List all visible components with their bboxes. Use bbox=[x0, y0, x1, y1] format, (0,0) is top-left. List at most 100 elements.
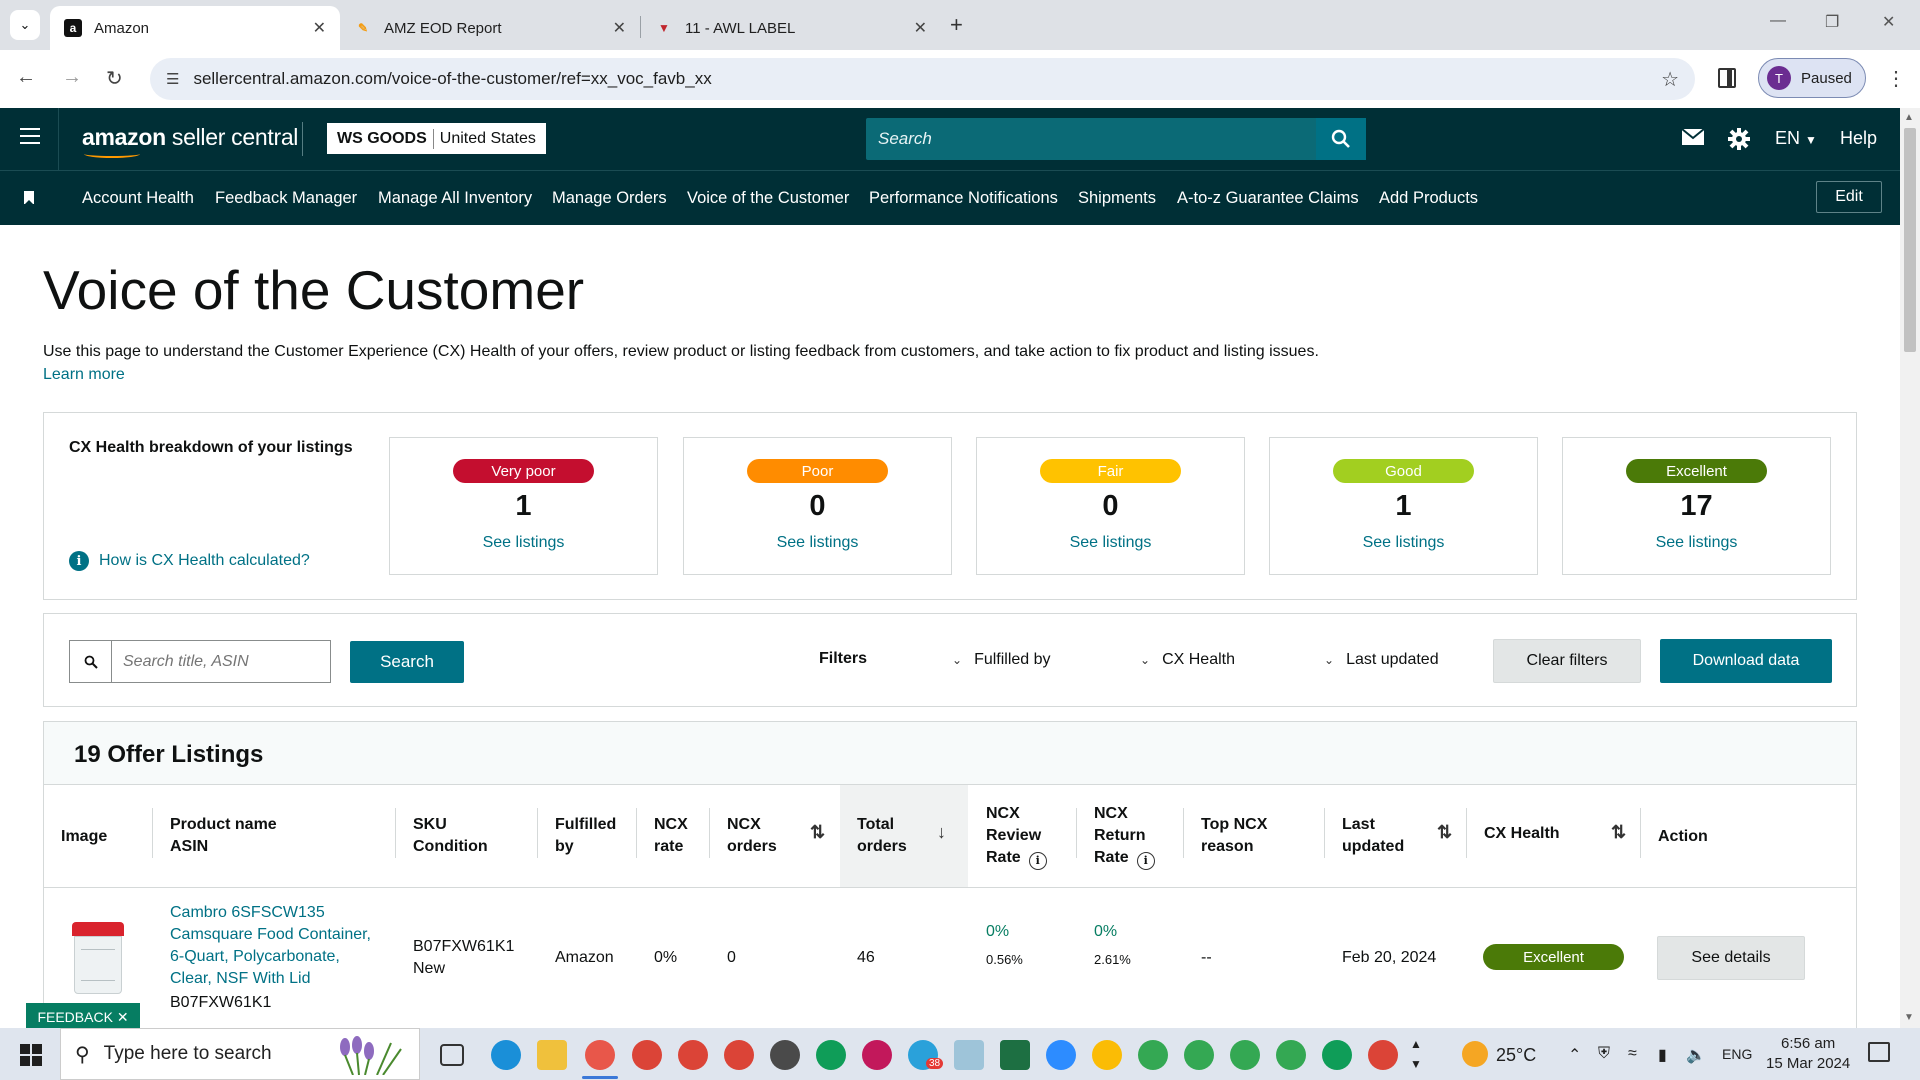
chrome-profile-icon[interactable] bbox=[1230, 1040, 1260, 1070]
close-tab-icon[interactable]: ✕ bbox=[613, 18, 626, 38]
battery-icon[interactable]: ▮ bbox=[1658, 1045, 1667, 1065]
excel-icon[interactable] bbox=[1000, 1040, 1030, 1070]
site-settings-icon[interactable]: ☰ bbox=[166, 70, 179, 88]
cx-health-dropdown[interactable]: ⌄ CX Health bbox=[1140, 651, 1235, 669]
info-icon[interactable]: i bbox=[1028, 852, 1047, 870]
bookmark-icon[interactable] bbox=[24, 191, 34, 205]
security-icon[interactable]: ⛨ bbox=[1598, 1045, 1610, 1063]
learn-more-link[interactable]: Learn more bbox=[43, 366, 125, 384]
reload-icon[interactable]: ↻ bbox=[106, 66, 123, 91]
chrome-profile-icon[interactable] bbox=[770, 1040, 800, 1070]
nav-manage-orders[interactable]: Manage Orders bbox=[552, 189, 667, 208]
download-data-button[interactable]: Download data bbox=[1660, 639, 1832, 683]
app-icon[interactable] bbox=[585, 1040, 615, 1070]
feedback-tab[interactable]: FEEDBACK ✕ bbox=[26, 1003, 140, 1031]
nav-add-products[interactable]: Add Products bbox=[1379, 189, 1478, 208]
side-panel-icon[interactable] bbox=[1718, 68, 1736, 88]
seller-central-logo[interactable]: amazon seller central bbox=[82, 124, 298, 158]
col-last-updated[interactable]: Last updated bbox=[1342, 814, 1404, 858]
back-arrow-icon[interactable]: ← bbox=[16, 66, 36, 89]
taskbar-search-input[interactable]: ⚲ Type here to search bbox=[60, 1028, 420, 1080]
taskbar-scroll-arrows-icon[interactable]: ▲ ▼ bbox=[1410, 1034, 1422, 1074]
scroll-down-icon[interactable]: ▼ bbox=[1904, 1012, 1914, 1023]
sort-down-arrow-icon[interactable]: ↓ bbox=[937, 822, 946, 843]
col-top-ncx-reason[interactable]: Top NCX reason bbox=[1201, 814, 1267, 858]
chrome-profile-icon[interactable] bbox=[632, 1040, 662, 1070]
volume-icon[interactable]: 🔈 bbox=[1686, 1045, 1706, 1065]
nav-performance-notifications[interactable]: Performance Notifications bbox=[869, 189, 1058, 208]
chrome-profile-icon[interactable] bbox=[1184, 1040, 1214, 1070]
scroll-up-icon[interactable]: ▲ bbox=[1904, 112, 1914, 123]
see-listings-link[interactable]: See listings bbox=[1563, 534, 1830, 552]
restore-icon[interactable]: ❐ bbox=[1825, 12, 1839, 32]
forward-arrow-icon[interactable]: → bbox=[62, 66, 82, 89]
new-tab-icon[interactable]: + bbox=[950, 12, 963, 38]
scrollbar-thumb[interactable] bbox=[1904, 128, 1916, 352]
store-selector[interactable]: WS GOODS United States bbox=[327, 123, 546, 154]
close-window-icon[interactable]: ✕ bbox=[1882, 12, 1895, 32]
url-field[interactable]: ☰ sellercentral.amazon.com/voice-of-the-… bbox=[150, 58, 1695, 100]
col-product-name[interactable]: Product name ASIN bbox=[170, 814, 277, 858]
close-tab-icon[interactable]: ✕ bbox=[914, 18, 927, 38]
nav-a-to-z-claims[interactable]: A-to-z Guarantee Claims bbox=[1177, 189, 1359, 208]
see-listings-link[interactable]: See listings bbox=[684, 534, 951, 552]
chrome-profile-icon[interactable] bbox=[724, 1040, 754, 1070]
clear-filters-button[interactable]: Clear filters bbox=[1493, 639, 1641, 683]
nav-shipments[interactable]: Shipments bbox=[1078, 189, 1156, 208]
zoom-icon[interactable] bbox=[1046, 1040, 1076, 1070]
bookmark-star-icon[interactable]: ☆ bbox=[1661, 67, 1679, 92]
see-listings-link[interactable]: See listings bbox=[977, 534, 1244, 552]
search-button[interactable]: Search bbox=[350, 641, 464, 683]
notes-icon[interactable] bbox=[954, 1040, 984, 1070]
fulfilled-by-dropdown[interactable]: ⌄ Fulfilled by bbox=[952, 651, 1051, 669]
weather-icon[interactable] bbox=[1462, 1041, 1488, 1067]
show-hidden-icons-icon[interactable]: ⌃ bbox=[1568, 1045, 1581, 1065]
last-updated-dropdown[interactable]: ⌄ Last updated bbox=[1324, 651, 1439, 669]
input-language[interactable]: ENG bbox=[1722, 1046, 1752, 1062]
task-view-icon[interactable] bbox=[440, 1044, 464, 1066]
col-ncx-rate[interactable]: NCX rate bbox=[654, 814, 688, 858]
product-name-link[interactable]: Cambro 6SFSCW135 Camsquare Food Containe… bbox=[170, 902, 385, 990]
chrome-profile-icon[interactable] bbox=[678, 1040, 708, 1070]
close-icon[interactable]: ✕ bbox=[117, 1009, 129, 1026]
wifi-icon[interactable]: ≈ bbox=[1628, 1045, 1637, 1063]
nav-manage-all-inventory[interactable]: Manage All Inventory bbox=[378, 189, 532, 208]
cx-health-help-link[interactable]: i How is CX Health calculated? bbox=[69, 551, 310, 571]
tab-search-chevron-icon[interactable]: ⌄ bbox=[10, 10, 40, 40]
chrome-profile-icon[interactable] bbox=[1276, 1040, 1306, 1070]
edit-nav-button[interactable]: Edit bbox=[1816, 181, 1882, 213]
gear-icon[interactable] bbox=[1728, 128, 1750, 156]
sort-updown-icon[interactable]: ⇅ bbox=[810, 822, 825, 843]
edge-icon[interactable] bbox=[491, 1040, 521, 1070]
info-icon[interactable]: i bbox=[1136, 852, 1155, 870]
nav-account-health[interactable]: Account Health bbox=[82, 189, 194, 208]
clock[interactable]: 6:56 am 15 Mar 2024 bbox=[1766, 1034, 1850, 1074]
chrome-profile-icon[interactable] bbox=[862, 1040, 892, 1070]
nav-voice-of-customer[interactable]: Voice of the Customer bbox=[687, 189, 849, 208]
col-ncx-review-rate[interactable]: NCX Review Rate i bbox=[986, 803, 1047, 870]
minimize-icon[interactable]: — bbox=[1770, 12, 1786, 30]
listing-search-input[interactable] bbox=[111, 640, 331, 683]
chrome-profile-icon[interactable] bbox=[816, 1040, 846, 1070]
help-link[interactable]: Help bbox=[1840, 128, 1877, 149]
header-search-button[interactable] bbox=[1316, 118, 1366, 160]
sort-updown-icon[interactable]: ⇅ bbox=[1437, 822, 1452, 843]
col-ncx-orders[interactable]: NCX orders bbox=[727, 814, 777, 858]
profile-button[interactable]: T Paused bbox=[1758, 58, 1866, 98]
chrome-profile-icon[interactable] bbox=[1138, 1040, 1168, 1070]
chrome-icon[interactable] bbox=[1092, 1040, 1122, 1070]
close-tab-icon[interactable]: ✕ bbox=[313, 18, 326, 38]
mail-icon[interactable] bbox=[1681, 128, 1705, 152]
col-total-orders[interactable]: Total orders bbox=[857, 814, 907, 858]
hamburger-menu-icon[interactable] bbox=[20, 128, 40, 144]
browser-tab-eod-report[interactable]: ✎ AMZ EOD Report ✕ bbox=[340, 6, 640, 50]
product-image[interactable] bbox=[72, 922, 124, 994]
col-sku[interactable]: SKU Condition bbox=[413, 814, 488, 858]
header-search-input[interactable]: Search bbox=[866, 118, 1316, 160]
col-fulfilled-by[interactable]: Fulfilled by bbox=[555, 814, 616, 858]
chrome-profile-icon[interactable] bbox=[1322, 1040, 1352, 1070]
file-explorer-icon[interactable] bbox=[537, 1040, 567, 1070]
chrome-profile-icon[interactable] bbox=[1368, 1040, 1398, 1070]
sort-updown-icon[interactable]: ⇅ bbox=[1611, 822, 1626, 843]
temperature[interactable]: 25°C bbox=[1496, 1045, 1536, 1066]
